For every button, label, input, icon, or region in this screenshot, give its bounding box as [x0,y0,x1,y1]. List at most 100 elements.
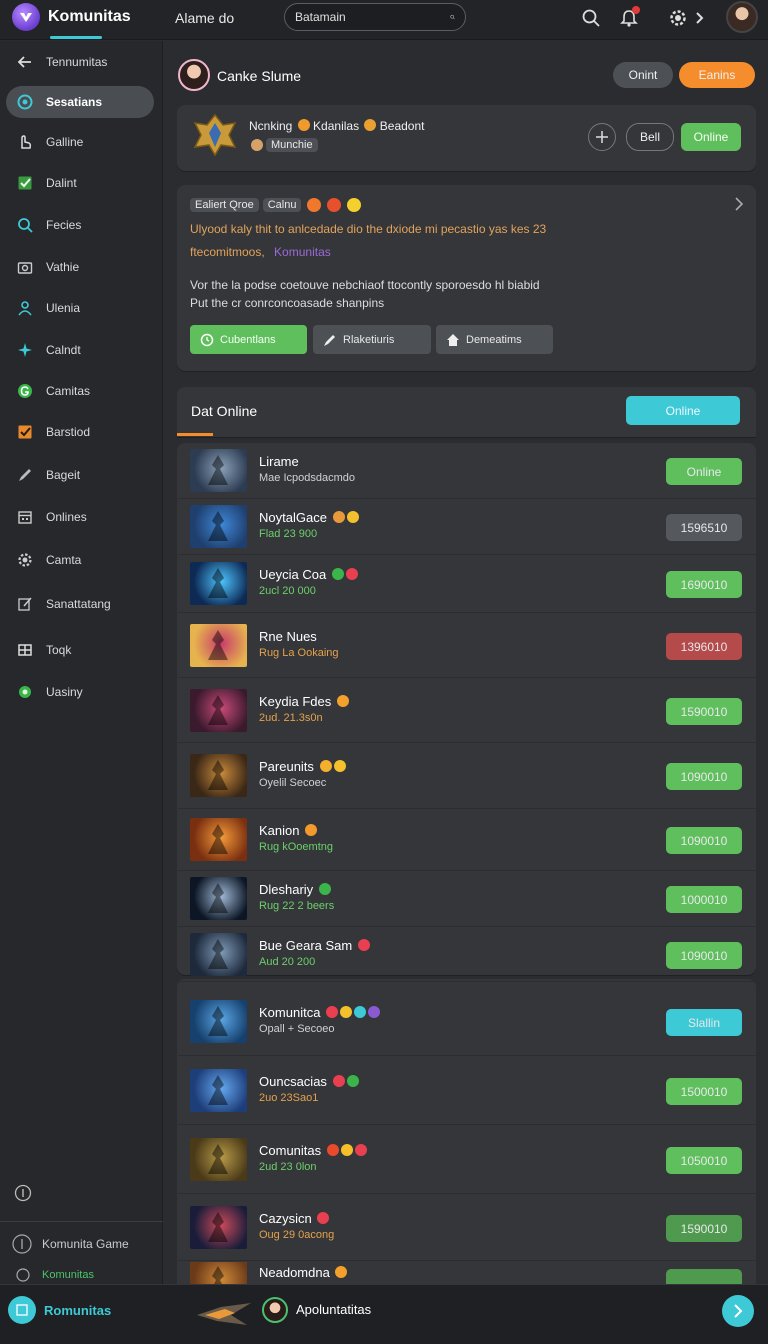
sidebar-item[interactable]: Calndt [6,334,154,366]
emoji-icon [364,119,377,131]
search-box[interactable] [284,3,466,31]
online-filter-button[interactable]: Online [626,396,740,425]
chevron-right-icon[interactable] [690,8,710,28]
list-item-action-button[interactable]: 1050010 [666,1147,742,1174]
rank-text-a: Ncnking [249,119,293,133]
list-item[interactable]: Pareunits Oyelil Secoec 1090010 [178,744,756,809]
post-link[interactable]: Komunitas [274,245,331,259]
post-tag[interactable]: Calnu [262,198,302,212]
list-item[interactable]: Lirame Mae Icpodsdacmdo Online [178,444,756,499]
plus-icon [596,131,608,143]
chevron-right-icon [734,1304,743,1318]
top-nav-link[interactable]: Alame do [175,10,234,26]
sidebar-item[interactable]: Galline [6,126,154,158]
sidebar-item-active[interactable]: Sesatians [6,86,154,118]
bell-button[interactable]: Bell [626,123,674,151]
brand[interactable]: Komunitas [12,3,131,31]
list-item-action-button[interactable]: 1590010 [666,1215,742,1242]
sidebar-item[interactable]: Uasiny [6,676,154,708]
list-item[interactable]: Keydia Fdes 2ud. 21.3s0n 1590010 [178,679,756,743]
list-item[interactable]: Dleshariy Rug 22 2 beers 1000010 [178,872,756,927]
bottom-nav-home[interactable]: Romunitas [8,1296,111,1324]
search-icon[interactable] [450,9,455,25]
list-item[interactable]: Ouncsacias 2uo 23Sao1 1500010 [178,1057,756,1125]
primary-button[interactable]: Eanins [679,62,755,88]
rank-text-c: Beadont [379,119,425,133]
user-avatar[interactable] [726,1,758,33]
list-item-action-button[interactable]: 1090010 [666,942,742,969]
list-item[interactable]: NoytalGace Flad 23 900 1596510 [178,500,756,555]
sidebar-item[interactable]: Fecies [6,209,154,241]
action-button[interactable]: Cubentlans [190,325,307,354]
emoji-icon [251,139,263,151]
sidebar-item[interactable]: Ulenia [6,292,154,324]
pen-icon [324,334,335,346]
list-item[interactable]: Ueycia Coa 2ucl 20 000 1690010 [178,556,756,613]
search-icon[interactable] [581,8,601,28]
list-item[interactable]: Rne Nues Rug La Ookaing 1396010 [178,614,756,678]
game-thumbnail[interactable] [190,1138,247,1181]
sidebar-footer-item[interactable]: Komunita Game [12,1234,129,1254]
list-item[interactable]: Kanion Rug kOoemtng 1090010 [178,810,756,871]
post-link[interactable]: ftecomitmoos, [190,245,265,259]
g-circle-icon [16,382,34,400]
game-thumbnail[interactable] [190,1000,247,1043]
list-item-action-button[interactable]: 1500010 [666,1078,742,1105]
list-item-action-button[interactable]: 1396010 [666,633,742,660]
sidebar-item[interactable]: Sanattatang [6,588,154,620]
game-thumbnail[interactable] [190,1206,247,1249]
game-thumbnail[interactable] [190,933,247,976]
home-icon [447,333,459,346]
game-thumbnail[interactable] [190,449,247,492]
sidebar-item-back[interactable]: Tennumitas [6,46,154,78]
sidebar-item[interactable]: Barstiod [6,416,154,448]
game-thumbnail[interactable] [190,505,247,548]
list-item[interactable]: Bue Geara Sam Aud 20 200 1090010 [178,928,756,982]
sidebar-item[interactable]: Bageit [6,459,154,491]
list-item[interactable]: Komunitca Opall + Secoeo Slallin [178,989,756,1056]
post-line: Ulyood kaly thit to anlcedade dio the dx… [190,222,547,236]
game-thumbnail[interactable] [190,1069,247,1112]
list-item-action-button[interactable]: Online [666,458,742,485]
sidebar-item[interactable]: Dalint [6,167,154,199]
list-item-action-button[interactable]: 1590010 [666,698,742,725]
list-item-action-button[interactable]: 1090010 [666,763,742,790]
game-thumbnail[interactable] [190,689,247,732]
sidebar-item[interactable]: Camta [6,544,154,576]
game-thumbnail[interactable] [190,754,247,797]
game-thumbnail[interactable] [190,562,247,605]
list-item-action-button[interactable]: 1090010 [666,827,742,854]
sidebar-footer-item[interactable]: Komunitas [16,1268,94,1282]
list-item[interactable]: Comunitas 2ud 23 0lon 1050010 [178,1126,756,1194]
chevron-right-icon[interactable] [734,197,744,211]
action-button-label: Cubentlans [220,333,276,346]
secondary-button[interactable]: Onint [613,62,673,88]
action-button[interactable]: Demeatims [436,325,553,354]
list-item-subtitle: Rug kOoemtng [259,841,333,853]
sidebar-item[interactable]: Onlines [6,501,154,533]
game-thumbnail[interactable] [190,818,247,861]
sidebar-item[interactable]: Camitas [6,375,154,407]
search-input[interactable] [295,10,450,24]
info-icon[interactable] [14,1184,32,1202]
game-thumbnail[interactable] [190,624,247,667]
avatar[interactable] [178,59,210,91]
action-button[interactable]: Rlaketiuris [313,325,431,354]
user-icon [16,299,34,317]
add-button[interactable] [588,123,616,151]
next-button[interactable] [722,1295,754,1327]
gear-icon[interactable] [668,8,688,28]
online-button[interactable]: Online [681,123,741,151]
post-tag[interactable]: Ealiert Qroe [190,198,259,212]
list-item-action-button[interactable]: 1690010 [666,571,742,598]
orange-check-icon [16,423,34,441]
avatar[interactable] [262,1297,288,1323]
list-item[interactable]: Cazysicn Oug 29 0acong 1590010 [178,1195,756,1261]
list-item-action-button[interactable]: 1000010 [666,886,742,913]
sidebar-item[interactable]: Vathie [6,251,154,283]
list-item-action-button[interactable]: Slallin [666,1009,742,1036]
list-item-action-button[interactable]: 1596510 [666,514,742,541]
game-thumbnail[interactable] [190,877,247,920]
sidebar-item[interactable]: Toqk [6,634,154,666]
sidebar-item-label: Dalint [46,176,77,190]
